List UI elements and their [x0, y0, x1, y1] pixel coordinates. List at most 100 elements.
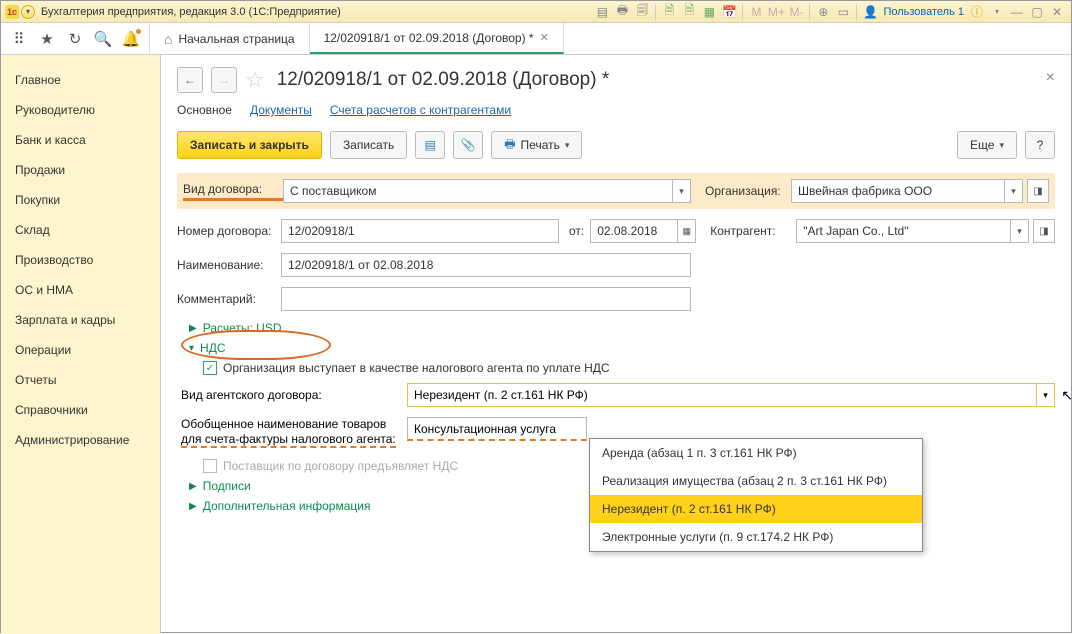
chevron-right-icon: ▶: [189, 501, 197, 512]
action-bar: Записать и закрыть Записать ▤ 📎 🖶Печать▾…: [177, 131, 1055, 159]
sidebar-item[interactable]: Продажи: [1, 155, 160, 185]
calc-icon[interactable]: ▦: [700, 3, 718, 21]
dropdown-option-selected[interactable]: Нерезидент (п. 2 ст.161 НК РФ): [590, 495, 922, 523]
contract-type-select[interactable]: С поставщиком: [283, 179, 673, 203]
tax-agent-checkbox[interactable]: ✓: [203, 361, 217, 375]
search-icon[interactable]: 🔍: [89, 25, 117, 53]
sidebar-item[interactable]: Зарплата и кадры: [1, 305, 160, 335]
subtab-main[interactable]: Основное: [177, 103, 232, 117]
agent-type-dropdown-icon[interactable]: ▾: [1036, 384, 1054, 406]
sidebar-item[interactable]: Отчеты: [1, 365, 160, 395]
m-minus-icon[interactable]: M-: [787, 3, 805, 21]
goods-input[interactable]: Консультационная услуга: [407, 417, 587, 441]
dropdown-option[interactable]: Реализация имущества (абзац 2 п. 3 ст.16…: [590, 467, 922, 495]
subtab-accounts[interactable]: Счета расчетов с контрагентами: [330, 103, 511, 117]
maximize-icon[interactable]: ▢: [1028, 3, 1046, 21]
comment-label: Комментарий:: [177, 292, 281, 306]
chevron-right-icon: ▶: [189, 323, 197, 334]
sidebar-item[interactable]: Склад: [1, 215, 160, 245]
dropdown-option[interactable]: Электронные услуги (п. 9 ст.174.2 НК РФ): [590, 523, 922, 551]
org-open-icon[interactable]: ◨: [1027, 179, 1049, 203]
doc-icon[interactable]: 🗎: [660, 3, 678, 21]
user-name[interactable]: Пользователь 1: [883, 6, 964, 18]
sidebar-item[interactable]: Производство: [1, 245, 160, 275]
from-label: от:: [569, 224, 584, 238]
org-select[interactable]: Швейная фабрика ООО: [791, 179, 1005, 203]
agent-type-label: Вид агентского договора:: [181, 388, 407, 402]
close-window-icon[interactable]: ✕: [1048, 3, 1066, 21]
sidebar-item[interactable]: Операции: [1, 335, 160, 365]
tab-close-icon[interactable]: ✕: [540, 31, 549, 44]
print-button[interactable]: 🖶Печать▾: [491, 131, 582, 159]
name-input[interactable]: 12/020918/1 от 02.08.2018: [281, 253, 691, 277]
save-button[interactable]: Записать: [330, 131, 407, 159]
more-button[interactable]: Еще▾: [957, 131, 1017, 159]
tab-home[interactable]: ⌂ Начальная страница: [150, 23, 310, 54]
sidebar-item[interactable]: Администрирование: [1, 425, 160, 455]
expand-nds[interactable]: ▾ НДС: [189, 341, 226, 355]
expand-calc[interactable]: ▶ Расчеты: USD: [189, 321, 1055, 335]
name-label: Наименование:: [177, 258, 281, 272]
m-plus-icon[interactable]: M+: [767, 3, 785, 21]
supplier-vat-checkbox[interactable]: ✓: [203, 459, 217, 473]
from-date-input[interactable]: 02.08.2018: [590, 219, 678, 243]
dropdown-option[interactable]: Аренда (абзац 1 п. 3 ст.161 НК РФ): [590, 439, 922, 467]
sidebar-item[interactable]: Справочники: [1, 395, 160, 425]
org-dropdown-icon[interactable]: ▾: [1005, 179, 1023, 203]
history-icon[interactable]: ↻: [61, 25, 89, 53]
agent-type-select[interactable]: Нерезидент (п. 2 ст.161 НК РФ) ▾: [407, 383, 1055, 407]
m-icon[interactable]: M: [747, 3, 765, 21]
windows-icon[interactable]: ▭: [834, 3, 852, 21]
sidebar-item[interactable]: Покупки: [1, 185, 160, 215]
attach-button[interactable]: 📎: [453, 131, 483, 159]
subtabs: Основное Документы Счета расчетов с конт…: [177, 103, 1055, 117]
agent-type-value: Нерезидент (п. 2 ст.161 НК РФ): [408, 388, 1036, 402]
goods-label-2: для счета-фактуры налогового агента:: [181, 432, 407, 447]
help-button[interactable]: ?: [1025, 131, 1055, 159]
titlebar-menu-dropdown[interactable]: ▾: [21, 5, 35, 19]
form-icon-button[interactable]: ▤: [415, 131, 445, 159]
favorite-star-icon[interactable]: ☆: [245, 67, 265, 93]
favorites-icon[interactable]: ★: [33, 25, 61, 53]
print-icon[interactable]: 🖶: [613, 3, 631, 21]
print-preview-icon[interactable]: ▤: [593, 3, 611, 21]
contr-dropdown-icon[interactable]: ▾: [1011, 219, 1029, 243]
contract-type-dropdown-icon[interactable]: ▾: [673, 179, 691, 203]
sidebar-item[interactable]: Банк и касса: [1, 125, 160, 155]
contract-type-label: Вид договора:: [183, 182, 262, 196]
contr-select[interactable]: "Art Japan Co., Ltd": [796, 219, 1011, 243]
send-icon[interactable]: 🗎: [680, 3, 698, 21]
page-close-icon[interactable]: ×: [1046, 69, 1055, 87]
zoom-icon[interactable]: ⊕: [814, 3, 832, 21]
notifications-icon[interactable]: 🔔: [117, 25, 145, 53]
contr-open-icon[interactable]: ◨: [1033, 219, 1055, 243]
comment-input[interactable]: [281, 287, 691, 311]
from-date-picker-icon[interactable]: ▦: [678, 219, 696, 243]
tab-contract[interactable]: 12/020918/1 от 02.09.2018 (Договор) * ✕: [310, 23, 564, 54]
chevron-right-icon: ▶: [189, 481, 197, 492]
sidebar-item[interactable]: Руководителю: [1, 95, 160, 125]
tab-home-label: Начальная страница: [178, 32, 294, 46]
chevron-down-icon: ▾: [189, 343, 194, 354]
sidebar-item[interactable]: ОС и НМА: [1, 275, 160, 305]
nav-back-button[interactable]: ←: [177, 67, 203, 93]
clipboard-icon[interactable]: 🗐: [633, 3, 651, 21]
sidebar: Главное Руководителю Банк и касса Продаж…: [1, 55, 161, 634]
mouse-cursor-icon: ↖: [1061, 387, 1072, 404]
tax-agent-label: Организация выступает в качестве налогов…: [223, 361, 610, 375]
apps-icon[interactable]: ⠿: [5, 25, 33, 53]
agent-type-dropdown-list: Аренда (абзац 1 п. 3 ст.161 НК РФ) Реали…: [589, 438, 923, 552]
info-dropdown-icon[interactable]: ▾: [988, 3, 1006, 21]
subtab-docs[interactable]: Документы: [250, 103, 312, 117]
nav-forward-button[interactable]: →: [211, 67, 237, 93]
num-input[interactable]: 12/020918/1: [281, 219, 559, 243]
window-titlebar: 1c ▾ Бухгалтерия предприятия, редакция 3…: [1, 1, 1071, 23]
num-label: Номер договора:: [177, 224, 281, 238]
contr-label: Контрагент:: [710, 224, 796, 238]
sidebar-item[interactable]: Главное: [1, 65, 160, 95]
home-icon: ⌂: [164, 31, 172, 47]
calendar-icon[interactable]: 📅: [720, 3, 738, 21]
save-close-button[interactable]: Записать и закрыть: [177, 131, 322, 159]
minimize-icon[interactable]: —: [1008, 3, 1026, 21]
info-icon[interactable]: ⓘ: [968, 3, 986, 21]
